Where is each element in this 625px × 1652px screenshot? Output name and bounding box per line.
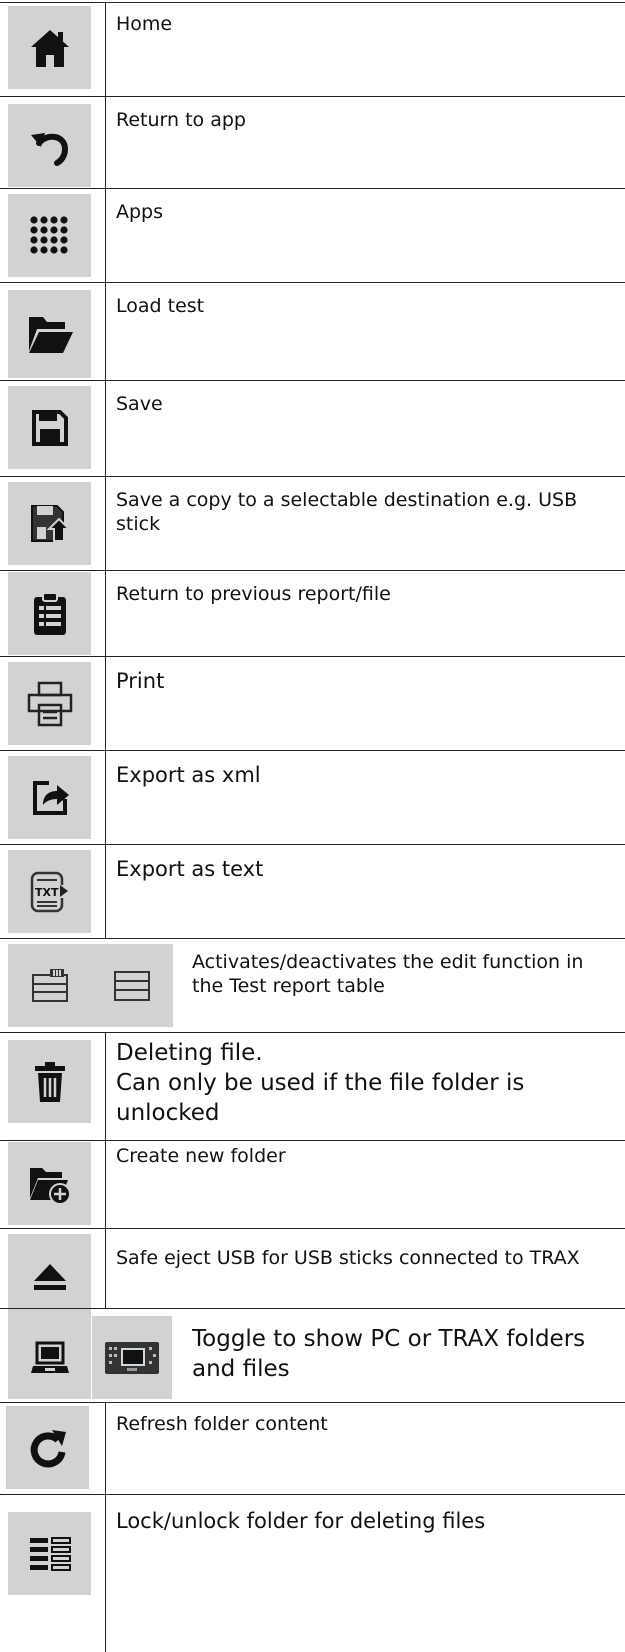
column-divider	[105, 1402, 106, 1494]
table-row: Return to previous report/file	[0, 570, 625, 656]
table-row: Return to app	[0, 96, 625, 188]
row-description: Toggle to show PC or TRAX folders and fi…	[192, 1326, 586, 1382]
column-divider	[105, 188, 106, 282]
row-divider	[0, 750, 625, 751]
column-divider	[105, 1228, 106, 1308]
edit-table-icon	[8, 944, 91, 1027]
row-divider	[0, 570, 625, 571]
row-divider	[0, 1228, 625, 1229]
table-row: Home	[0, 0, 625, 97]
table-row: Lock/unlock folder for deleting files	[0, 1494, 625, 1652]
row-description: Export as text	[116, 857, 264, 881]
row-description: Export as xml	[116, 763, 261, 787]
new-folder-icon	[8, 1142, 91, 1225]
row-divider	[0, 282, 625, 283]
table-row: Export as xml	[0, 750, 625, 844]
save-copy-icon	[8, 482, 91, 565]
lock-list-icon	[8, 1512, 91, 1595]
table-row: Deleting file. Can only be used if the f…	[0, 1032, 625, 1140]
return-icon	[8, 104, 91, 187]
column-divider	[105, 476, 106, 570]
row-description: Save a copy to a selectable destination …	[116, 489, 578, 535]
column-divider	[105, 656, 106, 750]
row-description: Save	[116, 393, 163, 415]
printer-icon	[8, 662, 91, 745]
row-divider	[0, 188, 625, 189]
row-divider	[0, 1402, 625, 1403]
row-description: Safe eject USB for USB sticks connected …	[116, 1247, 580, 1269]
row-description: Activates/deactivates the edit function …	[192, 951, 584, 997]
table-row: Save a copy to a selectable destination …	[0, 476, 625, 570]
row-description: Create new folder	[116, 1145, 286, 1167]
row-description: Return to app	[116, 109, 246, 131]
table-icon	[90, 944, 173, 1027]
table-row: Toggle to show PC or TRAX folders and fi…	[0, 1308, 625, 1402]
table-row: Apps	[0, 188, 625, 282]
refresh-icon	[6, 1406, 89, 1489]
column-divider	[105, 750, 106, 844]
laptop-icon	[8, 1316, 91, 1399]
column-divider	[105, 1032, 106, 1140]
row-description: Deleting file. Can only be used if the f…	[116, 1040, 525, 1126]
export-text-icon: TXT	[8, 850, 91, 933]
clipboard-icon	[8, 572, 91, 655]
home-icon	[8, 6, 91, 89]
column-divider	[105, 380, 106, 476]
row-description: Refresh folder content	[116, 1413, 328, 1435]
row-description: Load test	[116, 295, 205, 317]
row-divider	[0, 1308, 625, 1309]
row-description: Apps	[116, 201, 164, 223]
table-row: Save	[0, 380, 625, 476]
column-divider	[105, 844, 106, 938]
row-divider	[0, 96, 625, 97]
column-divider	[105, 1494, 106, 1652]
save-icon	[8, 386, 91, 469]
svg-text:TXT: TXT	[35, 886, 59, 899]
column-divider	[105, 570, 106, 656]
row-divider	[0, 656, 625, 657]
column-divider	[105, 2, 106, 97]
row-divider	[0, 1494, 625, 1495]
column-divider	[105, 282, 106, 380]
table-row: Load test	[0, 282, 625, 380]
row-divider	[0, 2, 625, 3]
row-description: Print	[116, 669, 165, 693]
icon-reference-table: Home Return to app Apps Load test Save S…	[0, 0, 625, 1652]
column-divider	[105, 96, 106, 188]
row-divider	[0, 1140, 625, 1141]
row-description: Return to previous report/file	[116, 583, 391, 605]
table-row: Create new folder	[0, 1140, 625, 1228]
table-row: Activates/deactivates the edit function …	[0, 938, 625, 1032]
row-divider	[0, 844, 625, 845]
row-divider	[0, 1032, 625, 1033]
column-divider	[105, 1140, 106, 1228]
trax-device-icon	[92, 1316, 172, 1399]
trash-icon	[8, 1040, 91, 1123]
export-xml-icon	[8, 756, 91, 839]
row-description: Home	[116, 13, 173, 35]
apps-grid-icon	[8, 194, 91, 277]
table-row: TXT Export as text	[0, 844, 625, 938]
row-divider	[0, 476, 625, 477]
eject-icon	[8, 1234, 91, 1317]
folder-open-icon	[8, 290, 91, 378]
table-row: Print	[0, 656, 625, 750]
row-description: Lock/unlock folder for deleting files	[116, 1509, 486, 1533]
table-row: Refresh folder content	[0, 1402, 625, 1494]
row-divider	[0, 380, 625, 381]
row-divider	[0, 938, 625, 939]
